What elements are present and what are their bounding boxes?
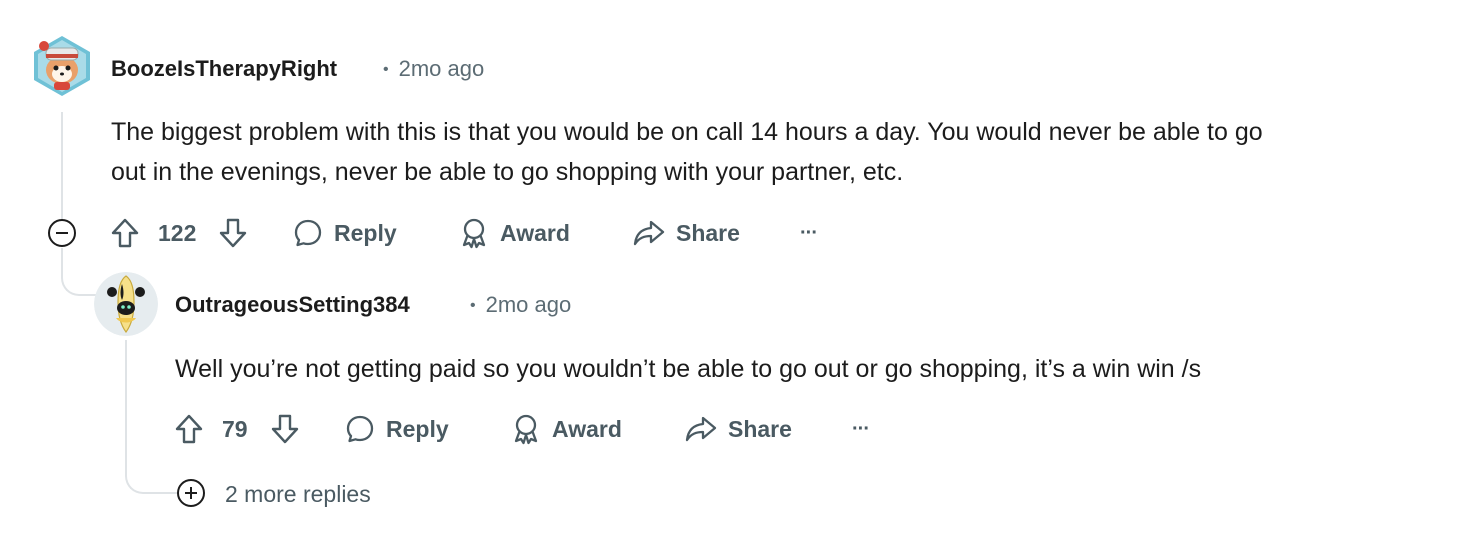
comment-timestamp: • 2mo ago (383, 56, 484, 82)
vote-count: 122 (158, 220, 197, 246)
upvote-arrow-icon (111, 218, 139, 248)
comment-username[interactable]: BoozeIsTherapyRight (111, 56, 337, 82)
share-label: Share (676, 219, 740, 246)
thread-connector (61, 248, 99, 296)
expand-replies-button[interactable] (177, 479, 205, 507)
share-arrow-icon (633, 220, 665, 246)
downvote-button[interactable] (218, 213, 248, 253)
award-label: Award (552, 415, 622, 442)
speech-bubble-icon (346, 415, 374, 443)
comment-body: The biggest problem with this is that yo… (111, 112, 1471, 192)
award-button[interactable]: Award (510, 409, 622, 449)
downvote-arrow-icon (271, 414, 299, 444)
more-options-icon: ··· (800, 221, 818, 244)
more-options-button[interactable]: ··· (852, 409, 870, 449)
share-button[interactable]: Share (632, 213, 740, 253)
award-label: Award (500, 219, 570, 246)
upvote-button[interactable] (174, 409, 204, 449)
thread-connector-more (125, 440, 177, 494)
downvote-button[interactable] (270, 409, 300, 449)
share-arrow-icon (685, 416, 717, 442)
banana-avatar-icon[interactable] (94, 272, 158, 336)
speech-bubble-icon (294, 219, 322, 247)
comment-body-line: out in the evenings, never be able to go… (111, 158, 904, 186)
timestamp-text: 2mo ago (398, 56, 485, 81)
upvote-button[interactable] (110, 213, 140, 253)
reply-button[interactable]: Reply (292, 213, 397, 253)
reply-label: Reply (386, 415, 449, 442)
share-label: Share (728, 415, 792, 442)
thread-line-top (61, 112, 63, 220)
more-replies-link[interactable]: 2 more replies (225, 481, 371, 508)
comment-body: Well you’re not getting paid so you woul… (175, 355, 1202, 383)
downvote-arrow-icon (219, 218, 247, 248)
separator-dot: • (383, 61, 389, 78)
comment-body-line: The biggest problem with this is that yo… (111, 118, 1263, 146)
comment-timestamp: • 2mo ago (470, 292, 571, 318)
separator-dot: • (470, 297, 476, 314)
award-ribbon-icon (462, 218, 486, 249)
upvote-arrow-icon (175, 414, 203, 444)
red-panda-avatar-icon[interactable] (30, 34, 94, 98)
collapse-thread-button[interactable] (48, 219, 76, 247)
more-options-button[interactable]: ··· (800, 213, 818, 253)
comment-username[interactable]: OutrageousSetting384 (175, 292, 410, 318)
timestamp-text: 2mo ago (485, 292, 572, 317)
vote-count: 79 (222, 416, 248, 442)
reply-button[interactable]: Reply (344, 409, 449, 449)
reply-label: Reply (334, 219, 397, 246)
more-options-icon: ··· (852, 417, 870, 440)
award-button[interactable]: Award (458, 213, 570, 253)
share-button[interactable]: Share (684, 409, 792, 449)
award-ribbon-icon (514, 414, 538, 445)
